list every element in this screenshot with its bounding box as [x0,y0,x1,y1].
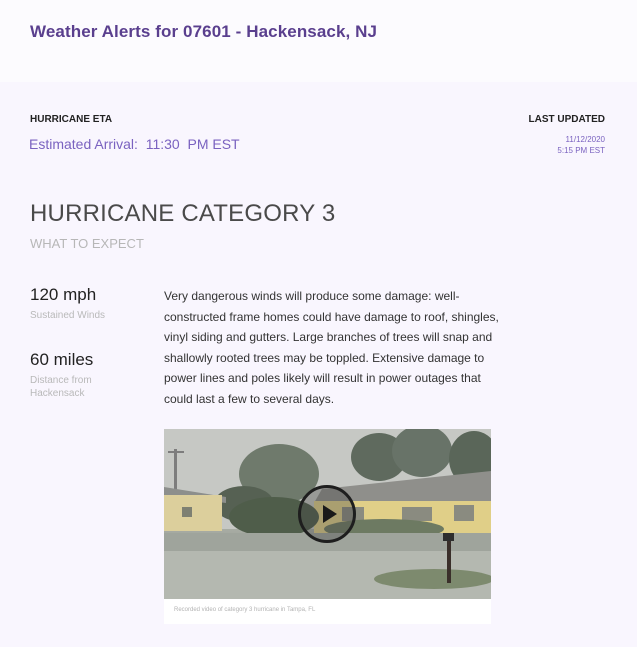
distance-value: 60 miles [30,350,94,369]
play-button[interactable] [298,485,356,543]
eta-label: HURRICANE ETA [30,114,113,125]
video-card: Recorded video of category 3 hurricane i… [164,429,491,624]
category-heading: HURRICANE CATEGORY 3 [30,200,336,227]
play-icon [323,505,337,523]
page-title: Weather Alerts for 07601 - Hackensack, N… [30,22,378,41]
wind-speed-value: 120 mph [30,285,97,304]
video-player[interactable] [164,429,491,599]
last-updated-date: 11/12/2020 [565,135,605,144]
impact-description: Very dangerous winds will produce some d… [164,289,499,406]
last-updated-label: LAST UPDATED [528,114,605,125]
last-updated-time: 5:15 PM EST [557,146,605,155]
header-bar: Weather Alerts for 07601 - Hackensack, N… [0,0,637,82]
eta-value: Estimated Arrival: 11:30 PM EST [29,136,240,152]
video-caption: Recorded video of category 3 hurricane i… [174,607,316,613]
wind-speed-caption: Sustained Winds [30,310,106,321]
distance-caption: Distance from Hackensack [30,375,92,399]
what-to-expect-label: WHAT TO EXPECT [30,236,144,251]
